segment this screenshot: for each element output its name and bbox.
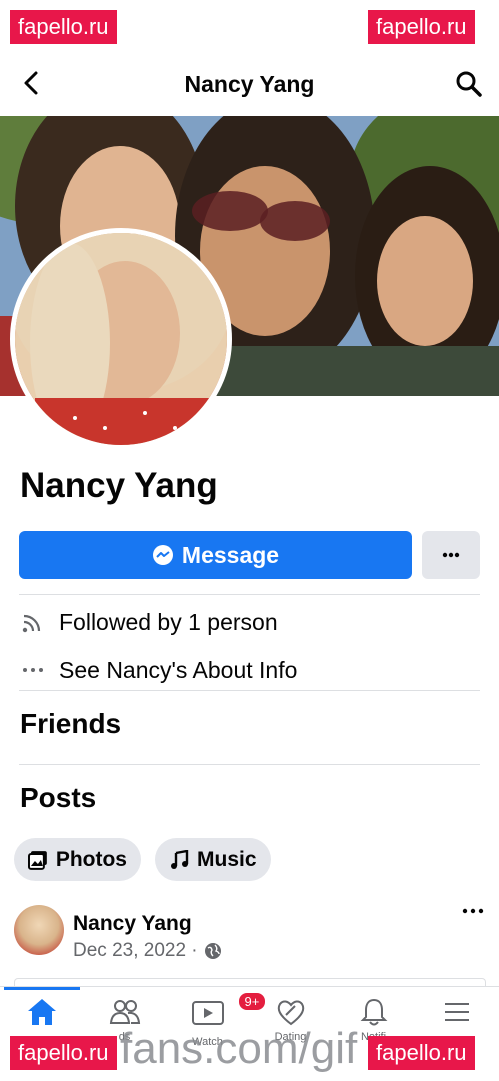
- divider: [19, 764, 480, 765]
- friends-icon: [109, 1000, 140, 1024]
- post-author-avatar[interactable]: [14, 905, 64, 955]
- divider: [19, 594, 480, 595]
- tab-menu[interactable]: [415, 997, 498, 1027]
- post-meta: Dec 23, 2022 ·: [73, 940, 222, 962]
- url-watermark: fans.com/gif: [120, 1024, 358, 1073]
- page-title: Nancy Yang: [184, 70, 315, 97]
- tab-home[interactable]: [0, 997, 83, 1027]
- watermark-bottom-left: fapello.ru: [10, 1036, 117, 1070]
- home-icon: [27, 999, 56, 1025]
- music-chip-label: Music: [197, 847, 257, 871]
- profile-photo-image: [15, 233, 227, 445]
- profile-avatar[interactable]: [10, 228, 232, 450]
- followed-by-text: Followed by 1 person: [59, 608, 278, 635]
- message-button-label: Message: [181, 541, 280, 568]
- music-chip[interactable]: Music: [155, 838, 271, 881]
- post-options-icon[interactable]: [462, 908, 484, 914]
- watermark-top-right: fapello.ru: [368, 10, 475, 44]
- dating-heart-icon: [277, 1000, 304, 1026]
- about-info-row[interactable]: See Nancy's About Info: [19, 656, 297, 684]
- post-author-name[interactable]: Nancy Yang: [73, 912, 192, 936]
- divider: [19, 690, 480, 691]
- watch-video-icon: [191, 1001, 224, 1025]
- about-info-text: See Nancy's About Info: [59, 656, 298, 683]
- post-date: Dec 23, 2022 ·: [73, 940, 198, 961]
- more-dots-icon: [19, 656, 47, 684]
- top-nav-bar: Nancy Yang: [0, 56, 499, 112]
- friends-section-title: Friends: [20, 708, 122, 739]
- rss-feed-icon: [19, 608, 47, 636]
- photos-chip[interactable]: Photos: [14, 838, 141, 881]
- photos-chip-label: Photos: [55, 847, 127, 871]
- search-icon[interactable]: [455, 70, 483, 98]
- photos-icon: [28, 850, 47, 870]
- menu-hamburger-icon: [444, 1003, 469, 1021]
- more-dots-icon: [442, 552, 460, 558]
- active-tab-indicator: [4, 987, 80, 990]
- message-button[interactable]: Message: [19, 531, 412, 579]
- back-arrow-icon[interactable]: [18, 68, 46, 98]
- profile-name: Nancy Yang: [20, 466, 218, 505]
- watermark-bottom-right: fapello.ru: [368, 1036, 475, 1070]
- globe-icon: [204, 943, 221, 959]
- profile-more-button[interactable]: [422, 531, 480, 579]
- music-note-icon: [171, 849, 189, 869]
- followed-by-row[interactable]: Followed by 1 person: [19, 608, 278, 636]
- bell-icon: [360, 998, 387, 1026]
- messenger-icon: [152, 545, 173, 565]
- watermark-top-left: fapello.ru: [10, 10, 117, 44]
- posts-section-title: Posts: [20, 782, 97, 813]
